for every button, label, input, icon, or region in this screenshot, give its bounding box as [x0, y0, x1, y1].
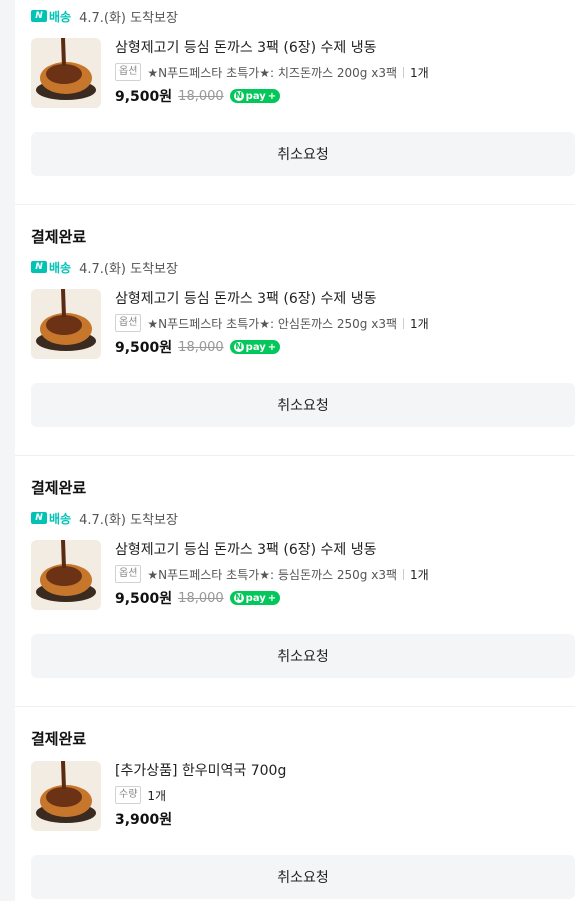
- order-item[interactable]: 삼형제고기 등심 돈까스 3팩 (6장) 수제 냉동 옵션 ★N푸드페스타 초특…: [31, 540, 575, 610]
- product-title[interactable]: 삼형제고기 등심 돈까스 3팩 (6장) 수제 냉동: [115, 38, 429, 58]
- product-thumbnail[interactable]: [31, 761, 101, 831]
- naver-delivery-badge: N 배송: [31, 8, 71, 25]
- product-thumbnail[interactable]: [31, 38, 101, 108]
- quantity: 1개: [410, 567, 429, 582]
- cancel-request-button[interactable]: 취소요청: [31, 634, 575, 678]
- product-title[interactable]: 삼형제고기 등심 돈까스 3팩 (6장) 수제 냉동: [115, 540, 429, 560]
- price: 9,500원: [115, 591, 173, 607]
- option-tag: 옵션: [115, 565, 142, 583]
- n-logo-icon: N: [31, 261, 47, 273]
- n-icon: N: [233, 342, 244, 352]
- divider: [403, 317, 405, 329]
- order-card: 결제완료 N 배송 4.7.(화) 도착보장 삼형제고기 등심 돈까스 3팩 (…: [15, 205, 575, 456]
- order-card: 결제완료 N 배송 4.7.(화) 도착보장 삼형제고기 등심 돈까스 3팩 (…: [15, 456, 575, 707]
- quantity: 1개: [410, 316, 429, 331]
- product-title[interactable]: [추가상품] 한우미역국 700g: [115, 761, 286, 781]
- option-row: 수량 1개: [115, 785, 286, 805]
- quantity-tag: 수량: [115, 786, 142, 804]
- price-row: 9,500원 18,000 N pay +: [115, 86, 429, 106]
- option-row: 옵션 ★N푸드페스타 초특가★: 등심돈까스 250g x3팩 1개: [115, 564, 429, 584]
- product-thumbnail[interactable]: [31, 540, 101, 610]
- option-row: 옵션 ★N푸드페스타 초특가★: 치즈돈까스 200g x3팩 1개: [115, 62, 429, 82]
- order-card: 결제완료 [추가상품] 한우미역국 700g 수량 1개 3,900원 취소요청: [15, 707, 575, 899]
- price-row: 9,500원 18,000 N pay +: [115, 337, 429, 357]
- naver-delivery-badge: N 배송: [31, 510, 71, 527]
- order-item[interactable]: [추가상품] 한우미역국 700g 수량 1개 3,900원: [31, 761, 575, 831]
- plus-icon: +: [267, 341, 277, 353]
- n-icon: N: [233, 91, 244, 101]
- npay-plus-badge: N pay +: [229, 89, 281, 103]
- quantity: 1개: [147, 788, 167, 803]
- price: 9,500원: [115, 340, 173, 356]
- option-text: ★N푸드페스타 초특가★: 안심돈까스 250g x3팩: [147, 316, 398, 331]
- npay-plus-badge: N pay +: [229, 591, 281, 605]
- original-price: 18,000: [178, 339, 224, 355]
- delivery-date: 4.7.(화) 도착보장: [79, 10, 178, 26]
- quantity: 1개: [410, 65, 429, 80]
- option-tag: 옵션: [115, 63, 142, 81]
- delivery-info: N 배송 4.7.(화) 도착보장: [31, 508, 575, 528]
- order-item[interactable]: 삼형제고기 등심 돈까스 3팩 (6장) 수제 냉동 옵션 ★N푸드페스타 초특…: [31, 38, 575, 108]
- plus-icon: +: [267, 90, 277, 102]
- price: 9,500원: [115, 89, 173, 105]
- option-text: ★N푸드페스타 초특가★: 치즈돈까스 200g x3팩: [147, 65, 398, 80]
- original-price: 18,000: [178, 88, 224, 104]
- price-row: 9,500원 18,000 N pay +: [115, 588, 429, 608]
- original-price: 18,000: [178, 590, 224, 606]
- product-thumbnail[interactable]: [31, 289, 101, 359]
- delivery-date: 4.7.(화) 도착보장: [79, 261, 178, 277]
- order-card: N 배송 4.7.(화) 도착보장 삼형제고기 등심 돈까스 3팩 (6장) 수…: [15, 6, 575, 205]
- option-tag: 옵션: [115, 314, 142, 332]
- n-logo-icon: N: [31, 10, 47, 22]
- n-logo-icon: N: [31, 512, 47, 524]
- option-row: 옵션 ★N푸드페스타 초특가★: 안심돈까스 250g x3팩 1개: [115, 313, 429, 333]
- cancel-request-button[interactable]: 취소요청: [31, 132, 575, 176]
- price: 3,900원: [115, 812, 173, 828]
- delivery-info: N 배송 4.7.(화) 도착보장: [31, 6, 575, 26]
- order-item[interactable]: 삼형제고기 등심 돈까스 3팩 (6장) 수제 냉동 옵션 ★N푸드페스타 초특…: [31, 289, 575, 359]
- naver-delivery-badge: N 배송: [31, 259, 71, 276]
- plus-icon: +: [267, 592, 277, 604]
- delivery-info: N 배송 4.7.(화) 도착보장: [31, 257, 575, 277]
- n-icon: N: [233, 593, 244, 603]
- option-text: ★N푸드페스타 초특가★: 등심돈까스 250g x3팩: [147, 567, 398, 582]
- divider: [403, 568, 405, 580]
- order-list-panel: N 배송 4.7.(화) 도착보장 삼형제고기 등심 돈까스 3팩 (6장) 수…: [15, 0, 575, 901]
- price-row: 3,900원: [115, 809, 286, 829]
- delivery-date: 4.7.(화) 도착보장: [79, 512, 178, 528]
- product-title[interactable]: 삼형제고기 등심 돈까스 3팩 (6장) 수제 냉동: [115, 289, 429, 309]
- divider: [403, 66, 405, 78]
- order-status: 결제완료: [31, 730, 87, 748]
- cancel-request-button[interactable]: 취소요청: [31, 383, 575, 427]
- order-status: 결제완료: [31, 228, 87, 246]
- npay-plus-badge: N pay +: [229, 340, 281, 354]
- cancel-request-button[interactable]: 취소요청: [31, 855, 575, 899]
- order-status: 결제완료: [31, 479, 87, 497]
